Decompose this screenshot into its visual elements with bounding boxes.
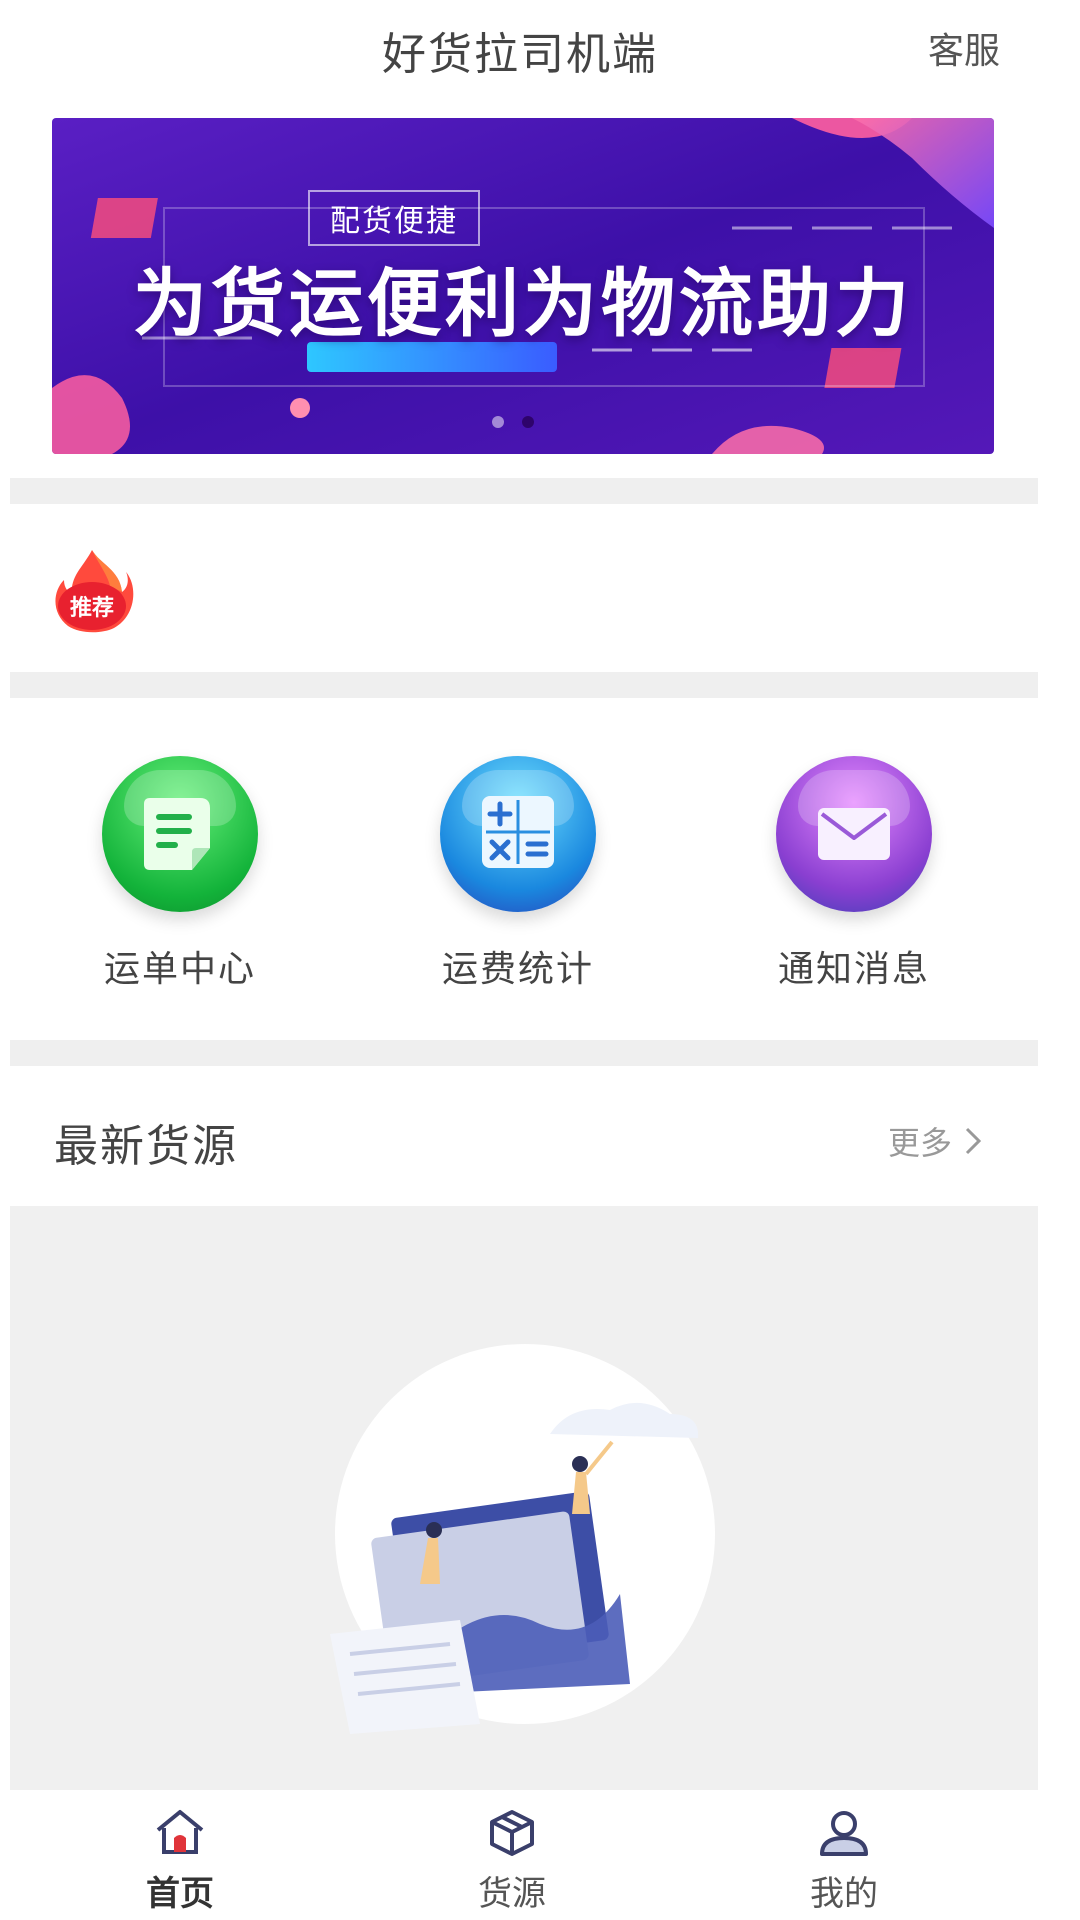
promo-banner[interactable]: 配货便捷 为货运便利为物流助力: [52, 118, 994, 454]
recommend-badge[interactable]: 推荐: [50, 546, 134, 634]
waybill-center-label: 运单中心: [103, 949, 256, 990]
banner-dot-active[interactable]: [522, 416, 534, 428]
customer-service-button[interactable]: 客服: [928, 22, 1000, 74]
mail-icon: [818, 808, 890, 860]
header: 好货拉司机端 客服: [0, 0, 1080, 100]
page-title: 好货拉司机端: [382, 29, 658, 80]
more-link[interactable]: 更多: [888, 1118, 982, 1164]
box-icon: [490, 1810, 534, 1856]
notifications-button[interactable]: 通知消息: [744, 756, 964, 992]
user-icon: [820, 1811, 868, 1856]
tab-mine-label: 我的: [810, 1874, 878, 1914]
recommend-label: 推荐: [69, 596, 114, 621]
section-divider: [10, 672, 1038, 698]
tab-goods-label: 货源: [478, 1874, 546, 1914]
banner-dot[interactable]: [492, 416, 504, 428]
latest-goods-list: [10, 1206, 1038, 1790]
banner-indicator: [492, 416, 534, 428]
freight-icon-circle: [440, 756, 596, 912]
notifications-label: 通知消息: [777, 949, 930, 990]
tab-home[interactable]: 首页: [100, 1808, 260, 1915]
freight-stats-label: 运费统计: [441, 949, 594, 990]
more-label: 更多: [888, 1124, 953, 1162]
waybill-icon-circle: [102, 756, 258, 912]
calculator-icon: [482, 796, 554, 868]
waybill-center-button[interactable]: 运单中心: [70, 756, 290, 992]
bottom-tab-bar: 首页 货源 我的: [0, 1790, 1080, 1920]
tab-home-label: 首页: [146, 1874, 214, 1914]
banner-tag: 配货便捷: [308, 190, 480, 246]
notifications-icon-circle: [776, 756, 932, 912]
tab-mine[interactable]: 我的: [764, 1808, 924, 1915]
freight-stats-button[interactable]: 运费统计: [408, 756, 628, 992]
section-divider: [10, 478, 1038, 504]
tab-goods[interactable]: 货源: [432, 1808, 592, 1915]
chevron-right-icon: [965, 1127, 982, 1155]
section-divider: [10, 1040, 1038, 1066]
empty-state-illustration: [330, 1344, 715, 1734]
banner-slogan: 为货运便利为物流助力: [133, 261, 913, 347]
document-icon: [144, 798, 210, 870]
latest-goods-title: 最新货源: [54, 1121, 238, 1172]
home-icon: [156, 1810, 204, 1854]
